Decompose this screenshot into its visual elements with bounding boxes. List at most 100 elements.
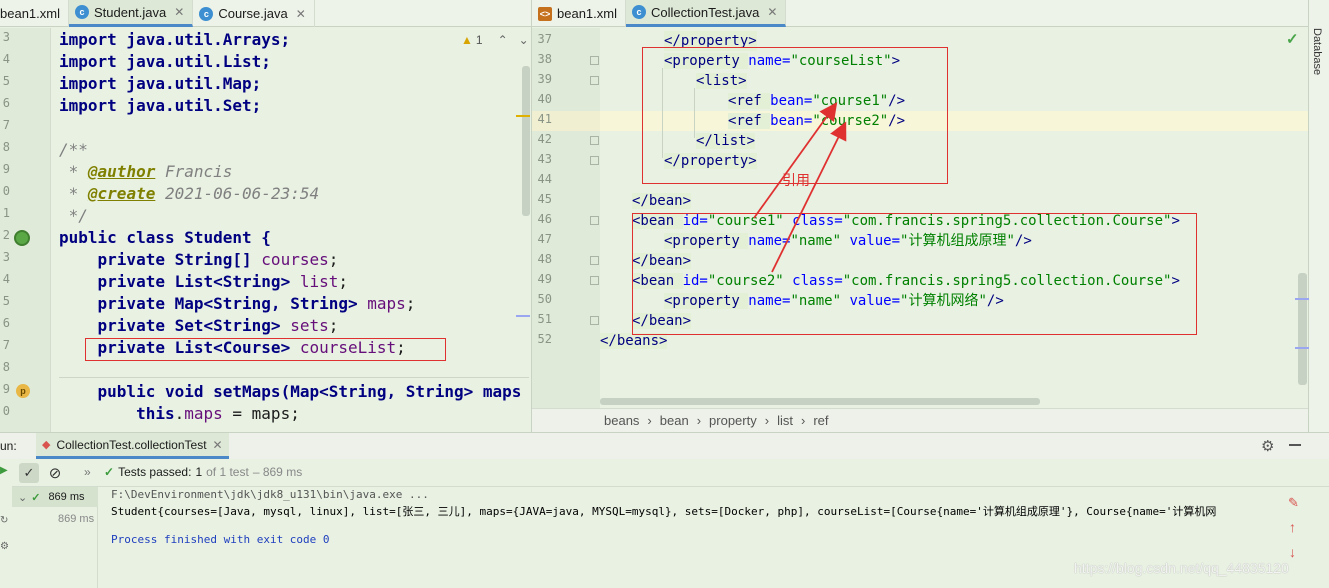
test-time: 869 ms bbox=[48, 491, 85, 503]
database-label[interactable]: Database bbox=[1311, 28, 1323, 75]
java-class-icon: c bbox=[631, 5, 646, 19]
close-icon[interactable]: ✕ bbox=[213, 438, 223, 452]
breadcrumb-item[interactable]: property bbox=[709, 413, 757, 428]
close-icon[interactable]: ✕ bbox=[296, 7, 306, 21]
close-icon[interactable]: ✕ bbox=[767, 5, 777, 19]
line-number: 6 bbox=[2, 96, 10, 110]
highlight-box-courselist bbox=[85, 338, 446, 361]
test-config-icon: ◆ bbox=[42, 439, 51, 451]
chevron-right-icon: › bbox=[696, 413, 702, 428]
code-line: */ bbox=[59, 206, 88, 225]
right-editor-scrollbar[interactable] bbox=[1298, 273, 1307, 385]
database-side-panel[interactable]: Database bbox=[1308, 0, 1329, 432]
code-line: private Set<String> sets; bbox=[59, 316, 339, 335]
test-tree-row[interactable]: 869 ms bbox=[12, 509, 98, 529]
tests-passed-label: Tests passed: bbox=[118, 465, 192, 479]
line-number: 4 bbox=[2, 52, 10, 66]
line-number: 0 bbox=[2, 184, 10, 198]
show-passed-toggle[interactable]: ✓ bbox=[19, 463, 39, 483]
right-tab-bar: <> bean1.xml c CollectionTest.java ✕ bbox=[532, 0, 1308, 27]
breadcrumb-item[interactable]: bean bbox=[660, 413, 689, 428]
line-number: 5 bbox=[2, 74, 10, 88]
run-class-icon[interactable] bbox=[14, 230, 30, 246]
code-line: public class Student { bbox=[59, 228, 271, 247]
line-number: 2 bbox=[2, 228, 10, 242]
code-area[interactable]: import java.util.Arrays; import java.uti… bbox=[59, 28, 529, 432]
left-editor[interactable]: 3 4 5 6 7 8 9 0 1 2 3 4 5 6 7 8 9 0 p ▲ … bbox=[0, 28, 531, 432]
passed-check-icon: ✓ bbox=[31, 491, 41, 504]
breadcrumb-item[interactable]: beans bbox=[604, 413, 639, 428]
code-line: this.maps = maps; bbox=[59, 404, 300, 423]
arrow-down-icon[interactable]: ↓ bbox=[1289, 544, 1296, 560]
expand-more-icon[interactable]: » bbox=[84, 465, 91, 479]
code-line: import java.util.List; bbox=[59, 52, 271, 71]
watermark: https://blog.csdn.net/qq_44835120 bbox=[1074, 560, 1289, 576]
tab-course-java[interactable]: c Course.java ✕ bbox=[193, 0, 315, 27]
minimize-icon[interactable] bbox=[1289, 444, 1301, 446]
tests-passed-count: 1 bbox=[195, 465, 203, 479]
test-status: ✓ Tests passed: 1 of 1 test – 869 ms bbox=[104, 465, 302, 479]
tab-label: Course.java bbox=[218, 6, 288, 21]
chevron-down-icon[interactable]: ⌄ bbox=[18, 491, 27, 504]
code-line: * @create 2021-06-06-23:54 bbox=[59, 184, 320, 203]
line-number: 3 bbox=[2, 30, 10, 44]
code-line: import java.util.Arrays; bbox=[59, 30, 291, 49]
code-line: * @author Francis bbox=[59, 162, 233, 181]
right-editor[interactable]: 37 38 39 40 41 42 43 44 45 46 47 48 49 5… bbox=[532, 28, 1308, 432]
arrow-up-icon[interactable]: ↑ bbox=[1289, 519, 1296, 535]
code-line: /** bbox=[59, 140, 88, 159]
left-editor-scrollbar[interactable] bbox=[522, 66, 530, 216]
tab-label: Student.java bbox=[93, 4, 167, 20]
tab-student-java[interactable]: c Student.java ✕ bbox=[68, 0, 194, 27]
code-line: import java.util.Set; bbox=[59, 96, 262, 115]
breadcrumb: beans › bean › property › list › ref bbox=[532, 408, 1308, 432]
java-class-icon: c bbox=[199, 6, 214, 21]
tab-collectiontest-java[interactable]: c CollectionTest.java ✕ bbox=[625, 0, 787, 27]
chevron-right-icon: › bbox=[764, 413, 770, 428]
inspection-ok-icon[interactable]: ✓ bbox=[1286, 30, 1299, 48]
horizontal-scrollbar[interactable] bbox=[600, 398, 1040, 405]
tab-label: bean1.xml bbox=[0, 6, 60, 21]
scroll-marker bbox=[1295, 298, 1309, 300]
line-number: 9 bbox=[2, 382, 10, 396]
breadcrumb-item[interactable]: list bbox=[777, 413, 793, 428]
code-line: private List<String> list; bbox=[59, 272, 348, 291]
close-icon[interactable]: ✕ bbox=[174, 5, 184, 19]
tab-label: CollectionTest.java bbox=[650, 4, 760, 20]
scroll-marker bbox=[516, 115, 530, 117]
java-class-icon: c bbox=[74, 5, 89, 19]
test-tree-row[interactable]: ⌄ ✓ 869 ms bbox=[12, 487, 98, 507]
rerun-icon[interactable]: ▶ bbox=[0, 465, 8, 477]
test-toolbar: ✓ ⊘ » ✓ Tests passed: 1 of 1 test – 869 … bbox=[0, 459, 1329, 487]
show-ignored-toggle[interactable]: ⊘ bbox=[45, 463, 65, 483]
line-number: 8 bbox=[2, 360, 10, 374]
clear-console-icon[interactable]: ✎ bbox=[1288, 495, 1299, 511]
line-number: 4 bbox=[2, 272, 10, 286]
console-line: F:\DevEnvironment\jdk\jdk8_u131\bin\java… bbox=[111, 488, 429, 501]
reference-arrows bbox=[753, 102, 847, 273]
run-label: un: bbox=[0, 439, 17, 453]
left-tab-bar: bean1.xml c Student.java ✕ c Course.java… bbox=[0, 0, 531, 27]
test-tree[interactable]: ⌄ ✓ 869 ms 869 ms bbox=[12, 487, 98, 588]
chevron-right-icon: › bbox=[647, 413, 652, 428]
line-number: 6 bbox=[2, 316, 10, 330]
breadcrumb-item[interactable]: ref bbox=[813, 413, 828, 428]
line-number: 7 bbox=[2, 338, 10, 352]
run-config-tab[interactable]: ◆ CollectionTest.collectionTest ✕ bbox=[36, 433, 229, 459]
line-number: 9 bbox=[2, 162, 10, 176]
stop-icon[interactable]: ↻ bbox=[0, 515, 8, 526]
debug-icon[interactable]: ⚙ bbox=[0, 541, 9, 552]
line-number: 0 bbox=[2, 404, 10, 418]
vertical-separator bbox=[50, 28, 51, 432]
tab-bean1-xml-right[interactable]: <> bean1.xml bbox=[532, 0, 626, 27]
scroll-marker bbox=[516, 315, 530, 317]
console-line: Student{courses=[Java, mysql, linux], li… bbox=[111, 505, 1217, 518]
run-config-label: CollectionTest.collectionTest bbox=[56, 437, 207, 452]
line-number: 8 bbox=[2, 140, 10, 154]
settings-gear-icon[interactable]: ⚙ bbox=[1261, 437, 1274, 455]
tab-bean1-xml-left[interactable]: bean1.xml bbox=[0, 0, 69, 27]
method-separator bbox=[59, 377, 529, 378]
arrow-to-course1 bbox=[753, 102, 838, 219]
property-marker-icon[interactable]: p bbox=[16, 384, 30, 398]
line-number: 5 bbox=[2, 294, 10, 308]
